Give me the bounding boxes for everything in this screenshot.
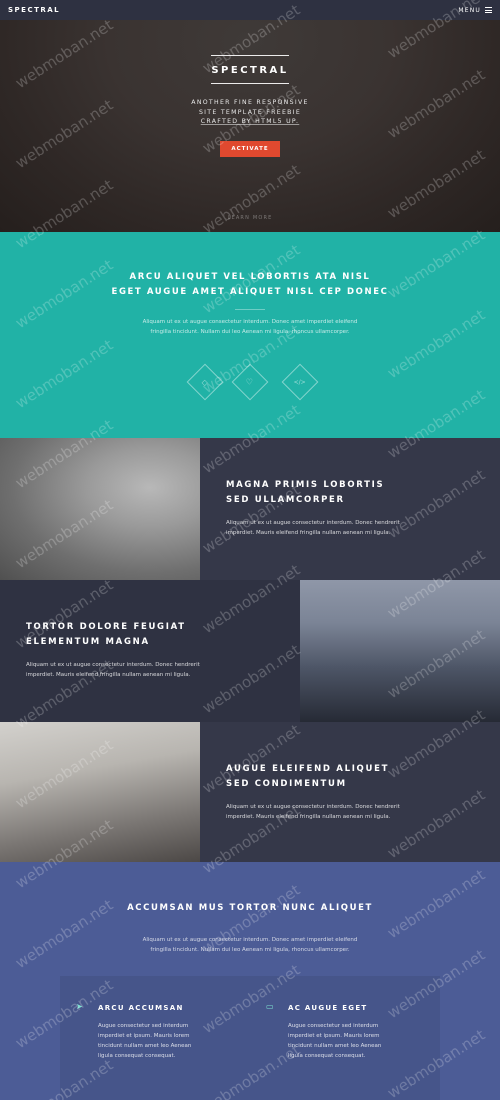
feature-card-text-line: imperdiet et ipsum. Mauris lorem: [98, 1033, 190, 1039]
intro-text: Aliquam ut ex ut augue consectetur inter…: [90, 318, 410, 337]
spotlight-heading-line: SED ULLAMCORPER: [226, 495, 345, 505]
spotlight-text-line: Aliquam ut ex ut augue consectetur inter…: [26, 662, 200, 668]
hero-subtitle-line: SITE TEMPLATE FREEBIE: [198, 108, 302, 116]
feature-card-text: Augue consectetur sed interdum imperdiet…: [288, 1021, 428, 1061]
spotlight-image: [300, 580, 500, 722]
features-text-line: fringilla tincidunt. Nullam dui leo Aene…: [150, 946, 350, 953]
spotlight-text-line: Aliquam ut ex ut augue consectetur inter…: [226, 520, 400, 526]
spotlight-3: AUGUE ELEIFEND ALIQUET SED CONDIMENTUM A…: [0, 722, 500, 864]
spotlight-heading: AUGUE ELEIFEND ALIQUET SED CONDIMENTUM: [226, 762, 426, 792]
feature-card: ➤ ARCU ACCUMSAN Augue consectetur sed in…: [60, 976, 250, 1100]
code-icon: </>: [281, 363, 319, 401]
laptop-icon: ▭: [266, 1002, 274, 1011]
intro-divider: [235, 309, 265, 310]
diamond-glyph: ◇: [201, 377, 209, 387]
hero-banner: SPECTRAL ANOTHER FINE RESPONSIVE SITE TE…: [0, 20, 500, 232]
spotlight-2: TORTOR DOLORE FEUGIAT ELEMENTUM MAGNA Al…: [0, 580, 500, 722]
code-glyph: </>: [293, 378, 307, 386]
feature-card-text-line: ligula consequat consequat.: [98, 1053, 176, 1059]
spotlight-text-line: Aliquam ut ex ut augue consectetur inter…: [226, 804, 400, 810]
spotlight-image: [0, 438, 200, 580]
learn-more-link[interactable]: LEARN MORE: [200, 215, 300, 221]
hamburger-icon: [485, 7, 492, 13]
hero-subtitle: ANOTHER FINE RESPONSIVE SITE TEMPLATE FR…: [150, 98, 350, 127]
menu-button[interactable]: MENU: [458, 7, 492, 14]
feature-card: ▭ AC AUGUE EGET Augue consectetur sed in…: [250, 976, 440, 1100]
spotlight-text: Aliquam ut ex ut augue consectetur inter…: [226, 802, 446, 822]
spotlight-heading: TORTOR DOLORE FEUGIAT ELEMENTUM MAGNA: [26, 620, 226, 650]
spotlight-text-line: imperdiet. Mauris eleifend fringilla nul…: [226, 530, 391, 536]
feature-card-title: AC AUGUE EGET: [288, 1004, 368, 1012]
spotlight-text: Aliquam ut ex ut augue consectetur inter…: [26, 660, 246, 680]
spotlight-text: Aliquam ut ex ut augue consectetur inter…: [226, 518, 446, 538]
diamond-icon: ◇: [186, 363, 224, 401]
paper-plane-icon: ➤: [76, 1002, 83, 1011]
feature-card-text-line: ligula consequat consequat.: [288, 1053, 366, 1059]
activate-button[interactable]: ACTIVATE: [220, 141, 280, 157]
spotlight-image: [0, 722, 200, 864]
hero-subtitle-line[interactable]: CRAFTED BY HTML5 UP.: [150, 117, 350, 127]
intro-heading: ARCU ALIQUET VEL LOBORTIS ATA NISL EGET …: [90, 270, 410, 300]
intro-text-line: Aliquam ut ex ut augue consectetur inter…: [142, 319, 358, 325]
feature-card-text-line: Augue consectetur sed interdum: [98, 1023, 189, 1029]
features-text: Aliquam ut ex ut augue consectetur inter…: [100, 936, 400, 955]
spotlight-heading-line: SED CONDIMENTUM: [226, 779, 347, 789]
spotlight-heading: MAGNA PRIMIS LOBORTIS SED ULLAMCORPER: [226, 478, 426, 508]
hero-subtitle-line: ANOTHER FINE RESPONSIVE: [191, 99, 309, 106]
feature-card-title: ARCU ACCUMSAN: [98, 1004, 184, 1012]
spotlight-1: MAGNA PRIMIS LOBORTIS SED ULLAMCORPER Al…: [0, 438, 500, 580]
intro-section: ARCU ALIQUET VEL LOBORTIS ATA NISL EGET …: [0, 232, 500, 438]
intro-heading-line: EGET AUGUE AMET ALIQUET NISL CEP DONEC: [111, 287, 389, 297]
hero-title-box: SPECTRAL: [211, 55, 289, 84]
intro-text-line: fringilla tincidunt. Nullam dui leo Aene…: [150, 328, 350, 335]
spotlight-text-line: imperdiet. Mauris eleifend fringilla nul…: [226, 814, 391, 820]
feature-card-text-line: tincidunt nullam amet leo Aenean: [288, 1043, 382, 1049]
site-logo[interactable]: SPECTRAL: [8, 6, 60, 14]
features-text-line: Aliquam ut ex ut augue consectetur inter…: [142, 937, 358, 943]
feature-card-text-line: tincidunt nullam amet leo Aenean: [98, 1043, 192, 1049]
feature-card-text-line: Augue consectetur sed interdum: [288, 1023, 379, 1029]
feature-card-text: Augue consectetur sed interdum imperdiet…: [98, 1021, 238, 1061]
heart-glyph: ♡: [246, 377, 254, 387]
menu-label: MENU: [458, 6, 481, 14]
features-heading: ACCUMSAN MUS TORTOR NUNC ALIQUET: [127, 903, 373, 913]
hero-title: SPECTRAL: [211, 65, 289, 76]
spotlight-text-line: imperdiet. Mauris eleifend fringilla nul…: [26, 672, 191, 678]
features-section: ACCUMSAN MUS TORTOR NUNC ALIQUET Aliquam…: [0, 862, 500, 1100]
spotlight-heading-line: TORTOR DOLORE FEUGIAT: [26, 622, 186, 632]
heart-icon: ♡: [231, 363, 269, 401]
spotlight-heading-line: ELEMENTUM MAGNA: [26, 637, 150, 647]
spotlight-heading-line: AUGUE ELEIFEND ALIQUET: [226, 764, 390, 774]
top-nav: SPECTRAL MENU: [0, 0, 500, 20]
feature-card-text-line: imperdiet et ipsum. Mauris lorem: [288, 1033, 380, 1039]
spotlight-heading-line: MAGNA PRIMIS LOBORTIS: [226, 480, 385, 490]
intro-heading-line: ARCU ALIQUET VEL LOBORTIS ATA NISL: [129, 272, 371, 282]
